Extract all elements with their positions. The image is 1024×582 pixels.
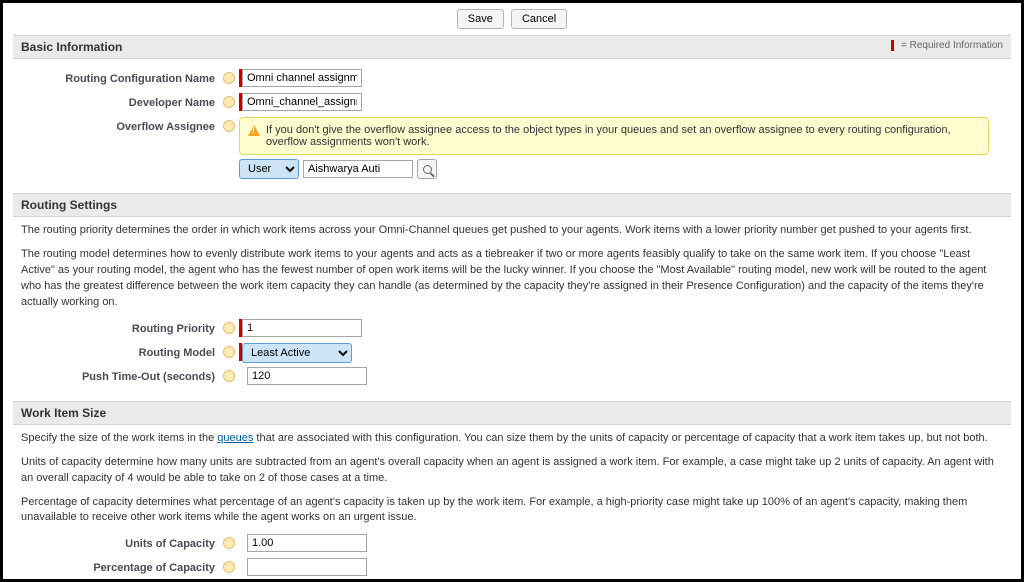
percentage-capacity-input[interactable] [247,558,367,576]
section-title-basic: Basic Information [21,40,122,54]
label-routing-model: Routing Model [21,343,221,363]
overflow-warning-box: If you don't give the overflow assignee … [239,117,989,155]
top-button-row: Save Cancel [13,9,1011,29]
required-bar-icon [891,40,894,51]
help-icon[interactable] [223,322,235,334]
help-icon[interactable] [223,346,235,358]
workitem-desc-1a: Specify the size of the work items in th… [21,432,217,444]
section-body-workitem: Specify the size of the work items in th… [13,425,1011,582]
routing-desc-1: The routing priority determines the orde… [21,223,1003,239]
push-timeout-input[interactable] [247,367,367,385]
overflow-user-input[interactable] [303,160,413,178]
help-icon[interactable] [223,561,235,573]
lookup-button[interactable] [417,159,437,179]
label-push-timeout: Push Time-Out (seconds) [21,367,221,387]
row-overflow-assignee: Overflow Assignee If you don't give the … [21,117,1003,179]
row-units-capacity: Units of Capacity [21,534,1003,554]
help-icon[interactable] [223,370,235,382]
routing-config-name-input[interactable] [242,69,362,87]
page-container: Save Cancel Basic Information = Required… [0,0,1024,582]
routing-desc-2: The routing model determines how to even… [21,247,1003,311]
workitem-desc-1: Specify the size of the work items in th… [21,431,1003,447]
label-units-capacity: Units of Capacity [21,534,221,554]
help-icon[interactable] [223,72,235,84]
section-body-basic: Routing Configuration Name Developer Nam… [13,59,1011,193]
help-icon[interactable] [223,120,235,132]
section-title-workitem: Work Item Size [21,406,106,420]
queues-link[interactable]: queues [217,432,253,444]
overflow-type-select[interactable]: User [239,159,299,179]
section-header-basic: Basic Information = Required Information [13,35,1011,59]
row-routing-config-name: Routing Configuration Name [21,69,1003,89]
row-push-timeout: Push Time-Out (seconds) [21,367,1003,387]
warning-icon [248,125,260,136]
label-developer-name: Developer Name [21,93,221,113]
section-header-routing: Routing Settings [13,193,1011,217]
workitem-desc-1b: that are associated with this configurat… [253,432,987,444]
label-overflow-assignee: Overflow Assignee [21,117,221,137]
row-routing-priority: Routing Priority [21,319,1003,339]
save-button[interactable]: Save [457,9,504,29]
section-title-routing: Routing Settings [21,198,117,212]
overflow-warning-text: If you don't give the overflow assignee … [266,124,980,148]
row-developer-name: Developer Name [21,93,1003,113]
cancel-button[interactable]: Cancel [511,9,567,29]
row-routing-model: Routing Model Least Active [21,343,1003,363]
row-percentage-capacity: Percentage of Capacity [21,558,1003,578]
routing-model-select[interactable]: Least Active [242,343,352,363]
section-body-routing: The routing priority determines the orde… [13,217,1011,401]
label-routing-config-name: Routing Configuration Name [21,69,221,89]
workitem-desc-2: Units of capacity determine how many uni… [21,455,1003,487]
required-legend-text: = Required Information [901,40,1003,51]
section-header-workitem: Work Item Size [13,401,1011,425]
search-icon [423,165,432,174]
workitem-desc-3: Percentage of capacity determines what p… [21,495,1003,527]
label-routing-priority: Routing Priority [21,319,221,339]
label-percentage-capacity: Percentage of Capacity [21,558,221,578]
help-icon[interactable] [223,537,235,549]
required-legend: = Required Information [891,40,1003,51]
help-icon[interactable] [223,96,235,108]
units-capacity-input[interactable] [247,534,367,552]
routing-priority-input[interactable] [242,319,362,337]
developer-name-input[interactable] [242,93,362,111]
